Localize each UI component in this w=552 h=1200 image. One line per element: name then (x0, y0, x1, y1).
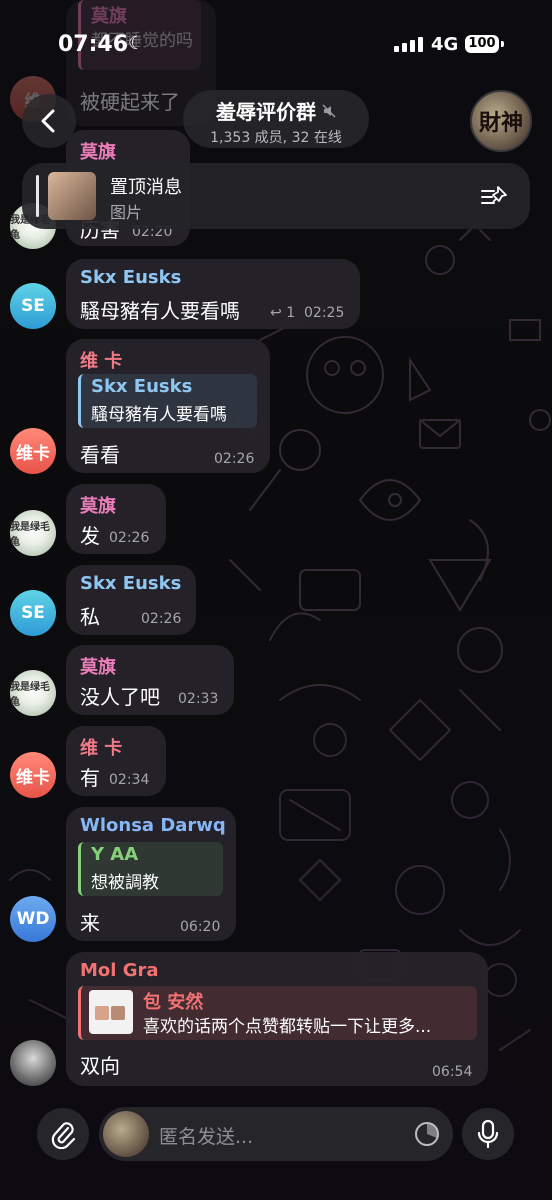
reply-count: ↩ 1 (270, 305, 296, 321)
message-text: 发 (80, 524, 100, 548)
message-bubble[interactable]: Wlonsa Darwq Y AA 想被調教 来 06:20 (66, 807, 236, 941)
message-time: 06:54 (432, 1064, 473, 1080)
message-time: 02:26 (141, 611, 182, 627)
message-input[interactable]: 匿名发送... (159, 1122, 253, 1149)
message-bubble[interactable]: 维 卡 Skx Eusks 騷母豬有人要看嗎 看看 02:26 (66, 339, 270, 473)
chat-title: 羞辱评价群 (216, 100, 316, 124)
reply-preview[interactable]: Skx Eusks 騷母豬有人要看嗎 (78, 374, 257, 428)
avatar-weika[interactable]: 维卡 (10, 428, 56, 474)
paperclip-icon (51, 1122, 76, 1149)
message-time: 06:20 (180, 919, 221, 935)
message-bubble[interactable]: Mol Gra 包 安然 喜欢的话两个点赞都转贴一下让更多... 双向 06:5… (66, 952, 488, 1086)
member-count: 1,353 成员, 32 在线 (210, 130, 342, 146)
pinned-indicator (36, 175, 39, 217)
message-text: 被硬起来了 (80, 90, 180, 114)
sender-name: Skx Eusks (80, 267, 182, 288)
status-bar: 07:46 ☾ 4G 100 (0, 0, 552, 86)
sender-name: Wlonsa Darwq (80, 815, 226, 836)
send-as-avatar[interactable] (103, 1111, 149, 1157)
pinned-message-bar[interactable]: 置顶消息 图片 (22, 163, 530, 229)
timer-icon[interactable] (413, 1120, 441, 1148)
message-time: 02:34 (109, 772, 150, 788)
reply-sender-name: 包 安然 (143, 992, 204, 1013)
message-time: 02:25 (304, 305, 345, 321)
avatar-skx[interactable]: SE (10, 590, 56, 636)
chevron-left-icon (41, 109, 55, 133)
sender-name: 莫旗 (80, 657, 116, 678)
sender-name: 维 卡 (80, 351, 123, 372)
avatar-moqi[interactable]: 我是绿毛龟 (10, 510, 56, 556)
message-bubble[interactable]: Skx Eusks 私 02:26 (66, 565, 196, 635)
message-text: 有 (80, 766, 100, 790)
message-text: 看看 (80, 443, 120, 467)
sender-name: 莫旗 (80, 142, 116, 163)
avatar-wlonsa[interactable]: WD (10, 896, 56, 942)
message-text: 騷母豬有人要看嗎 (80, 299, 240, 323)
message-bubble[interactable]: 维 卡 有 02:34 (66, 726, 166, 796)
signal-icon (394, 36, 423, 52)
message-time: 02:26 (109, 530, 150, 546)
reply-text: 喜欢的话两个点赞都转贴一下让更多... (143, 1017, 432, 1037)
message-bubble[interactable]: Skx Eusks 騷母豬有人要看嗎 ↩ 1 02:25 (66, 259, 360, 329)
pin-list-icon[interactable] (480, 183, 510, 209)
pinned-thumbnail (48, 172, 96, 220)
avatar-weika[interactable]: 维卡 (10, 752, 56, 798)
message-text: 没人了吧 (80, 685, 160, 709)
back-button[interactable] (22, 94, 76, 148)
reply-arrow-icon: ↩ (270, 305, 282, 321)
message-text: 来 (80, 911, 100, 935)
message-text: 双向 (80, 1054, 120, 1078)
battery-icon: 100 (465, 35, 504, 53)
message-bubble[interactable]: 莫旗 没人了吧 02:33 (66, 645, 234, 715)
reply-sender-name: Y AA (91, 844, 139, 865)
avatar-molgra[interactable] (10, 1040, 56, 1086)
attach-button[interactable] (37, 1108, 89, 1160)
muted-icon (322, 103, 336, 118)
sender-name: Mol Gra (80, 960, 159, 981)
pinned-title: 置顶消息 (110, 177, 182, 198)
microphone-icon (477, 1119, 499, 1149)
microphone-button[interactable] (462, 1108, 514, 1160)
chat-title-pill[interactable]: 羞辱评价群 1,353 成员, 32 在线 (183, 90, 369, 148)
moon-icon: ☾ (128, 33, 145, 54)
reply-sender-name: Skx Eusks (91, 376, 193, 397)
message-text: 私 (80, 605, 100, 629)
reply-text: 想被調教 (91, 873, 159, 893)
message-time: 02:33 (178, 691, 219, 707)
reply-preview[interactable]: 包 安然 喜欢的话两个点赞都转贴一下让更多... (78, 986, 477, 1040)
network-type: 4G (431, 34, 459, 55)
pinned-subtitle: 图片 (110, 203, 143, 222)
avatar-skx[interactable]: SE (10, 283, 56, 329)
reply-preview[interactable]: Y AA 想被調教 (78, 842, 223, 896)
message-input-bar[interactable]: 匿名发送... (99, 1107, 453, 1161)
avatar-moqi[interactable]: 我是绿毛龟 (10, 670, 56, 716)
reply-text: 騷母豬有人要看嗎 (91, 405, 227, 425)
sender-name: 维 卡 (80, 738, 123, 759)
message-bubble[interactable]: 莫旗 发 02:26 (66, 484, 166, 554)
sender-name: Skx Eusks (80, 573, 182, 594)
group-avatar[interactable]: 財神 (470, 90, 532, 152)
sender-name: 莫旗 (80, 496, 116, 517)
clock: 07:46 (58, 32, 129, 57)
reply-thumbnail (89, 990, 133, 1034)
message-time: 02:26 (214, 451, 255, 467)
